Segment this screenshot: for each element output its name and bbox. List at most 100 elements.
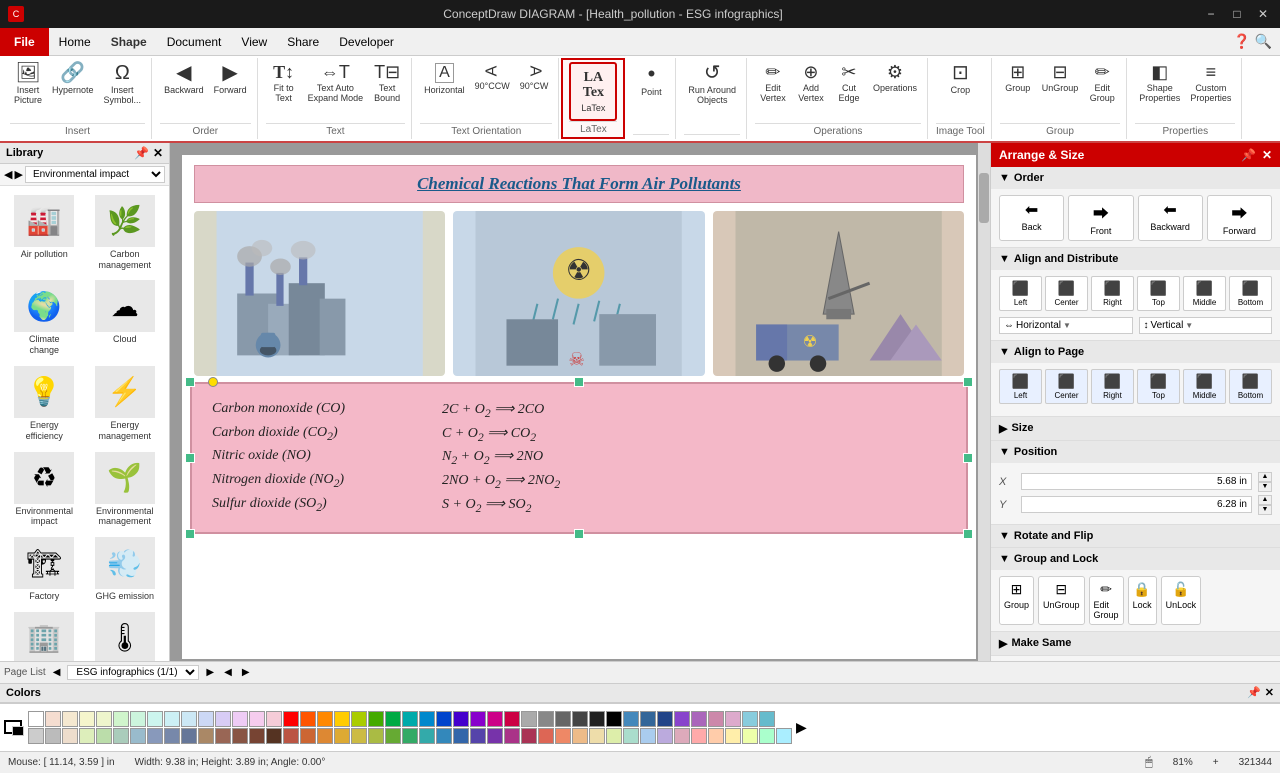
color-yellow2[interactable] (96, 711, 112, 727)
share-menu[interactable]: Share (277, 28, 329, 56)
horizontal-button[interactable]: A Horizontal (420, 60, 469, 98)
color-blush1[interactable] (674, 728, 690, 744)
search-icon[interactable]: 🔍 (1255, 33, 1272, 50)
color-cream1[interactable] (62, 728, 78, 744)
insert-symbol-button[interactable]: Ω InsertSymbol... (100, 60, 146, 108)
help-icon[interactable]: ❓ (1233, 33, 1250, 50)
fit-to-text-button[interactable]: T↕ Fit toText (266, 60, 302, 106)
library-item-cloud[interactable]: ☁ Cloud (87, 277, 164, 359)
group-button[interactable]: ⊞ Group (1000, 60, 1036, 96)
library-item-ghg-emission[interactable]: 💨 GHG emission (87, 534, 164, 605)
color-indigo1[interactable] (470, 728, 486, 744)
library-item-energy-efficiency[interactable]: 💡 Energyefficiency (6, 363, 83, 445)
color-gray2[interactable] (538, 711, 554, 727)
align-bottom-button[interactable]: ⬛ Bottom (1229, 276, 1272, 311)
color-slate2[interactable] (181, 728, 197, 744)
forward-order-button[interactable]: ⮕ Forward (1207, 195, 1272, 241)
color-rose2[interactable] (725, 711, 741, 727)
make-same-header[interactable]: ▶ Make Same (991, 632, 1280, 655)
front-button[interactable]: ⮕ Front (1068, 195, 1133, 241)
hypernote-button[interactable]: 🔗 Hypernote (48, 60, 98, 98)
library-item-climate-change[interactable]: 🌍 Climatechange (6, 277, 83, 359)
page-nav-next-icon[interactable]: ▶ (203, 667, 217, 678)
page-nav-prev-icon[interactable]: ◀ (50, 667, 64, 678)
library-item-factory[interactable]: 🏗 Factory (6, 534, 83, 605)
group-lock-ungroup-button[interactable]: ⊟ UnGroup (1038, 576, 1085, 625)
color-rust1[interactable] (283, 728, 299, 744)
color-amber2[interactable] (334, 728, 350, 744)
color-teal3[interactable] (402, 711, 418, 727)
edit-group-button[interactable]: ✏ EditGroup (1084, 60, 1120, 106)
color-pink3[interactable] (487, 711, 503, 727)
align-distribute-header[interactable]: ▼ Align and Distribute (991, 248, 1280, 270)
backward-order-button[interactable]: ⬅ Backward (1138, 195, 1203, 241)
color-amber1[interactable] (317, 728, 333, 744)
shape-properties-button[interactable]: ◧ ShapeProperties (1135, 60, 1184, 106)
color-gray3[interactable] (555, 711, 571, 727)
rotate-ccw-button[interactable]: A 90°CCW (471, 60, 514, 94)
handle-top-right[interactable] (963, 377, 973, 387)
color-pink1[interactable] (249, 711, 265, 727)
handle-top-left[interactable] (185, 377, 195, 387)
arrange-close-icon[interactable]: ✕ (1262, 148, 1272, 162)
color-sky1[interactable] (742, 711, 758, 727)
library-item-energy-management[interactable]: ⚡ Energymanagement (87, 363, 164, 445)
library-category-select[interactable]: Environmental impact (25, 166, 165, 183)
y-down-button[interactable]: ▼ (1258, 505, 1272, 515)
text-bound-button[interactable]: T⊟ TextBound (369, 60, 405, 106)
color-indigo2[interactable] (487, 728, 503, 744)
color-green1[interactable] (113, 711, 129, 727)
group-lock-group-button[interactable]: ⊞ Group (999, 576, 1034, 625)
color-blue1[interactable] (181, 711, 197, 727)
library-item-green-building[interactable]: 🏢 Green building (6, 609, 83, 661)
color-black[interactable] (606, 711, 622, 727)
color-magenta2[interactable] (521, 728, 537, 744)
ungroup-button[interactable]: ⊟ UnGroup (1038, 60, 1083, 96)
shape-menu[interactable]: Shape (101, 28, 157, 56)
page-select[interactable]: ESG infographics (1/1) (67, 665, 199, 680)
vertical-dropdown[interactable]: ↕ Vertical ▼ (1139, 317, 1273, 334)
run-around-button[interactable]: ↺ Run AroundObjects (684, 60, 740, 108)
crop-button[interactable]: ⊡ Crop (942, 60, 978, 98)
position-header[interactable]: ▼ Position (991, 441, 1280, 463)
color-emerald2[interactable] (419, 728, 435, 744)
library-item-air-pollution[interactable]: 🏭 Air pollution (6, 192, 83, 274)
point-button[interactable]: • Point (633, 60, 669, 100)
order-section-header[interactable]: ▼ Order (991, 167, 1280, 189)
page-align-center-button[interactable]: ⬛ Center (1045, 369, 1088, 404)
color-olive2[interactable] (368, 728, 384, 744)
view-menu[interactable]: View (231, 28, 277, 56)
y-up-button[interactable]: ▲ (1258, 495, 1272, 505)
handle-mid-left[interactable] (185, 453, 195, 463)
latex-button[interactable]: LATex LaTex (569, 62, 617, 121)
color-brown4[interactable] (249, 728, 265, 744)
insert-picture-button[interactable]: 🖼 InsertPicture (10, 60, 46, 108)
unlock-button[interactable]: 🔓 UnLock (1161, 576, 1202, 625)
color-slate1[interactable] (164, 728, 180, 744)
colors-pin-icon[interactable]: 📌 (1247, 686, 1261, 699)
color-orange2[interactable] (317, 711, 333, 727)
color-mist1[interactable] (130, 728, 146, 744)
color-rust2[interactable] (300, 728, 316, 744)
page-align-bottom-button[interactable]: ⬛ Bottom (1229, 369, 1272, 404)
color-red[interactable] (283, 711, 299, 727)
color-gray5[interactable] (589, 711, 605, 727)
color-peach1[interactable] (572, 728, 588, 744)
library-forward-icon[interactable]: ▶ (14, 168, 22, 181)
rotate-cw-button[interactable]: A 90°CW (516, 60, 553, 94)
file-menu[interactable]: File (0, 28, 49, 56)
color-blue3[interactable] (419, 711, 435, 727)
align-right-button[interactable]: ⬛ Right (1091, 276, 1134, 311)
color-yellow5[interactable] (742, 728, 758, 744)
color-butter1[interactable] (725, 728, 741, 744)
back-button[interactable]: ⬅ Back (999, 195, 1064, 241)
color-green4[interactable] (385, 711, 401, 727)
color-purple1[interactable] (215, 711, 231, 727)
align-middle-button[interactable]: ⬛ Middle (1183, 276, 1226, 311)
x-up-button[interactable]: ▲ (1258, 472, 1272, 482)
color-emerald1[interactable] (402, 728, 418, 744)
color-skin2[interactable] (62, 711, 78, 727)
color-white[interactable] (28, 711, 44, 727)
zoom-in-button[interactable]: + (1213, 757, 1219, 768)
color-lgray1[interactable] (28, 728, 44, 744)
